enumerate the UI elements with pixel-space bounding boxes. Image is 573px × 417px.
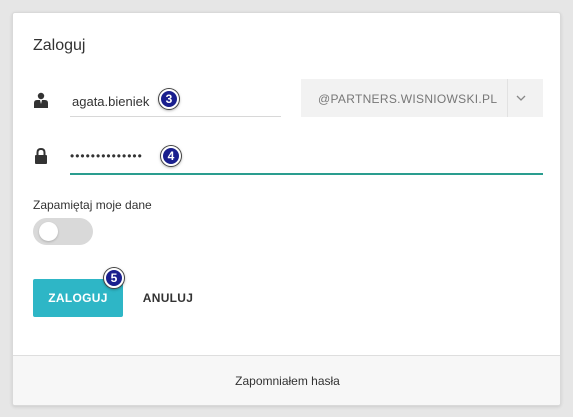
step-badge-3: 3 [159,89,179,109]
password-value: •••••••••••••• [70,149,143,163]
lock-icon [35,148,47,164]
chevron-down-icon[interactable] [514,92,528,104]
user-icon [34,92,48,108]
card-footer: Zapomniałem hasła [13,355,560,405]
remember-me-label: Zapamiętaj moje dane [33,198,152,212]
forgot-password-link[interactable]: Zapomniałem hasła [235,374,340,388]
form-title: Zaloguj [33,37,86,54]
select-divider [507,79,508,117]
username-value: agata.bieniek [72,94,150,109]
cancel-button[interactable]: ANULUJ [135,279,201,317]
password-input[interactable]: •••••••••••••• [70,143,543,175]
toggle-knob [39,222,58,241]
step-badge-4: 4 [161,146,181,166]
step-badge-5: 5 [104,268,124,288]
domain-value: @PARTNERS.WISNIOWSKI.PL [318,92,498,106]
domain-select[interactable]: @PARTNERS.WISNIOWSKI.PL [301,79,543,117]
remember-me-toggle[interactable] [33,218,93,245]
login-card: Zaloguj agata.bieniek @PARTNERS.WISNIOWS… [12,12,561,406]
